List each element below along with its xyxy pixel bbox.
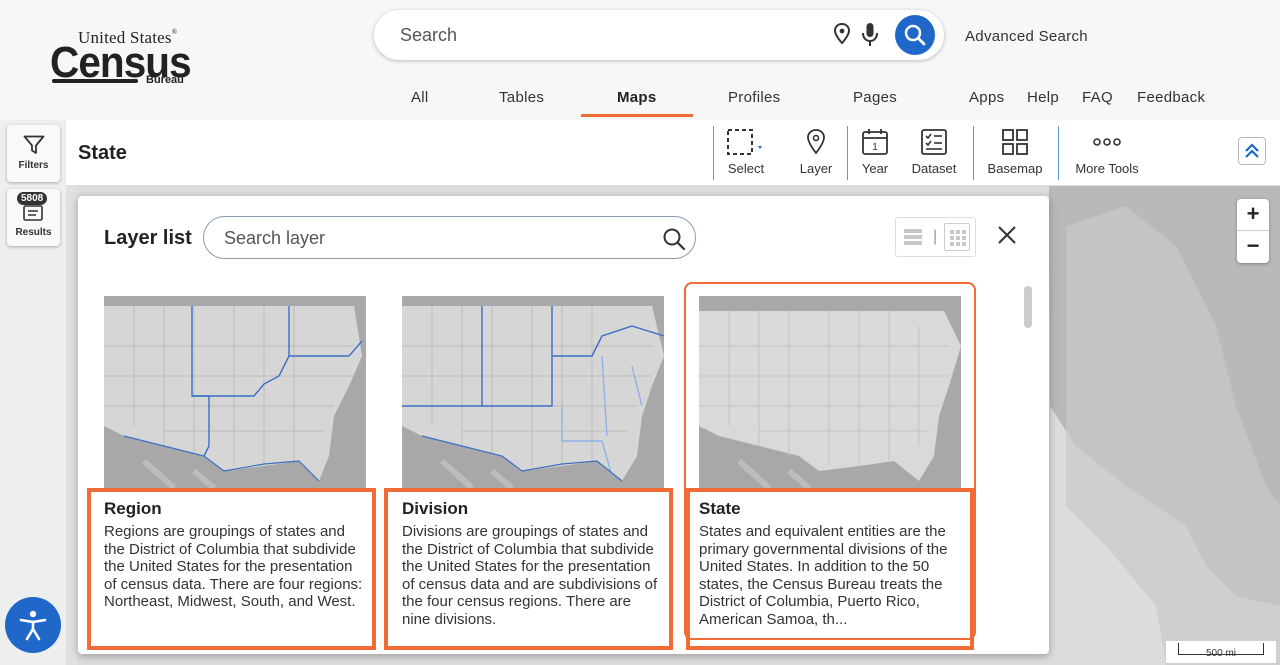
tab-pages[interactable]: Pages xyxy=(853,89,897,106)
tab-apps[interactable]: Apps xyxy=(969,89,1004,106)
panel-title: Layer list xyxy=(104,227,192,249)
accessibility-icon xyxy=(19,610,47,641)
more-dots-icon xyxy=(1093,138,1121,146)
division-map-image xyxy=(402,296,664,488)
dataset-label: Dataset xyxy=(911,161,957,176)
results-label: Results xyxy=(15,227,52,238)
tab-all[interactable]: All xyxy=(411,89,429,106)
zoom-out-button[interactable]: − xyxy=(1237,231,1269,263)
dashed-select-icon xyxy=(727,129,762,155)
grid-view-button[interactable] xyxy=(944,223,970,251)
zoom-control: + − xyxy=(1237,199,1269,263)
select-label: Select xyxy=(727,161,765,176)
scale-label: 500 mi xyxy=(1206,648,1237,659)
collapse-toolbar-button[interactable] xyxy=(1238,137,1266,165)
map-toolbar: State Select Layer 1 Year Dataset Basema… xyxy=(66,120,1280,186)
results-button[interactable]: 5808 Results xyxy=(7,189,60,246)
region-map-image xyxy=(104,296,366,488)
layer-tool[interactable]: Layer xyxy=(796,128,836,176)
tab-profiles[interactable]: Profiles xyxy=(728,89,780,106)
grid-icon xyxy=(1002,129,1028,155)
view-toggle: | xyxy=(895,217,976,257)
grid-view-icon xyxy=(950,230,966,246)
search-icon xyxy=(904,24,926,46)
region-highlight-box xyxy=(87,488,376,650)
filter-icon xyxy=(23,135,44,154)
page-title: State xyxy=(78,142,127,164)
state-highlight-box xyxy=(686,488,974,650)
census-logo[interactable]: United States® Census Bureau xyxy=(50,28,200,88)
layer-label: Layer xyxy=(799,161,833,176)
dataset-tool[interactable]: Dataset xyxy=(906,128,962,176)
tab-maps[interactable]: Maps xyxy=(617,89,657,106)
close-icon[interactable] xyxy=(996,224,1018,246)
view-toggle-divider: | xyxy=(933,228,938,245)
toolbar-divider xyxy=(847,126,848,180)
tab-feedback[interactable]: Feedback xyxy=(1137,89,1205,106)
logo-line3: Bureau xyxy=(146,74,184,86)
advanced-search-link[interactable]: Advanced Search xyxy=(965,28,1088,45)
more-tools[interactable]: More Tools xyxy=(1070,128,1144,176)
division-highlight-box xyxy=(384,488,673,650)
double-chevron-up-icon xyxy=(1245,143,1259,158)
division-thumbnail xyxy=(402,296,664,488)
select-tool[interactable]: Select xyxy=(724,128,768,176)
calendar-day: 1 xyxy=(872,142,878,153)
state-map-image xyxy=(699,296,961,488)
year-label: Year xyxy=(861,161,889,176)
list-view-icon[interactable] xyxy=(904,227,922,247)
basemap-label: Basemap xyxy=(987,161,1043,176)
year-tool[interactable]: 1 Year xyxy=(857,128,893,176)
search-input[interactable] xyxy=(400,23,800,47)
filters-button[interactable]: Filters xyxy=(7,125,60,182)
search-icon[interactable] xyxy=(662,227,686,251)
calendar-icon: 1 xyxy=(862,129,888,155)
search-bar xyxy=(374,10,944,60)
results-count-badge: 5808 xyxy=(17,192,48,205)
toolbar-divider xyxy=(713,126,714,180)
logo-reg: ® xyxy=(171,28,178,36)
checklist-icon xyxy=(921,129,947,155)
region-thumbnail xyxy=(104,296,366,488)
basemap-tool[interactable]: Basemap xyxy=(984,128,1046,176)
search-button[interactable] xyxy=(895,15,935,55)
location-pin-icon[interactable] xyxy=(833,23,851,45)
tab-tables[interactable]: Tables xyxy=(499,89,544,106)
more-tools-label: More Tools xyxy=(1075,161,1139,176)
state-thumbnail xyxy=(699,296,961,488)
panel-scrollbar[interactable] xyxy=(1024,286,1032,328)
toolbar-divider xyxy=(1058,126,1059,180)
layer-search-box xyxy=(203,216,696,259)
tab-help[interactable]: Help xyxy=(1027,89,1059,106)
microphone-icon[interactable] xyxy=(861,22,879,48)
left-rail: Filters 5808 Results xyxy=(0,120,66,665)
map-pin-icon xyxy=(807,129,825,155)
results-list-icon xyxy=(23,205,43,221)
scale-bar: 500 mi xyxy=(1166,641,1276,663)
filters-label: Filters xyxy=(18,160,49,171)
zoom-in-button[interactable]: + xyxy=(1237,199,1269,231)
toolbar-divider xyxy=(973,126,974,180)
layer-list-panel: Layer list | xyxy=(78,196,1049,654)
logo-underline xyxy=(52,79,138,83)
active-tab-indicator xyxy=(581,114,693,117)
layer-search-input[interactable] xyxy=(224,227,644,249)
accessibility-button[interactable] xyxy=(5,597,61,653)
site-header: United States® Census Bureau Advanced Se… xyxy=(0,0,1280,120)
tab-faq[interactable]: FAQ xyxy=(1082,89,1113,106)
